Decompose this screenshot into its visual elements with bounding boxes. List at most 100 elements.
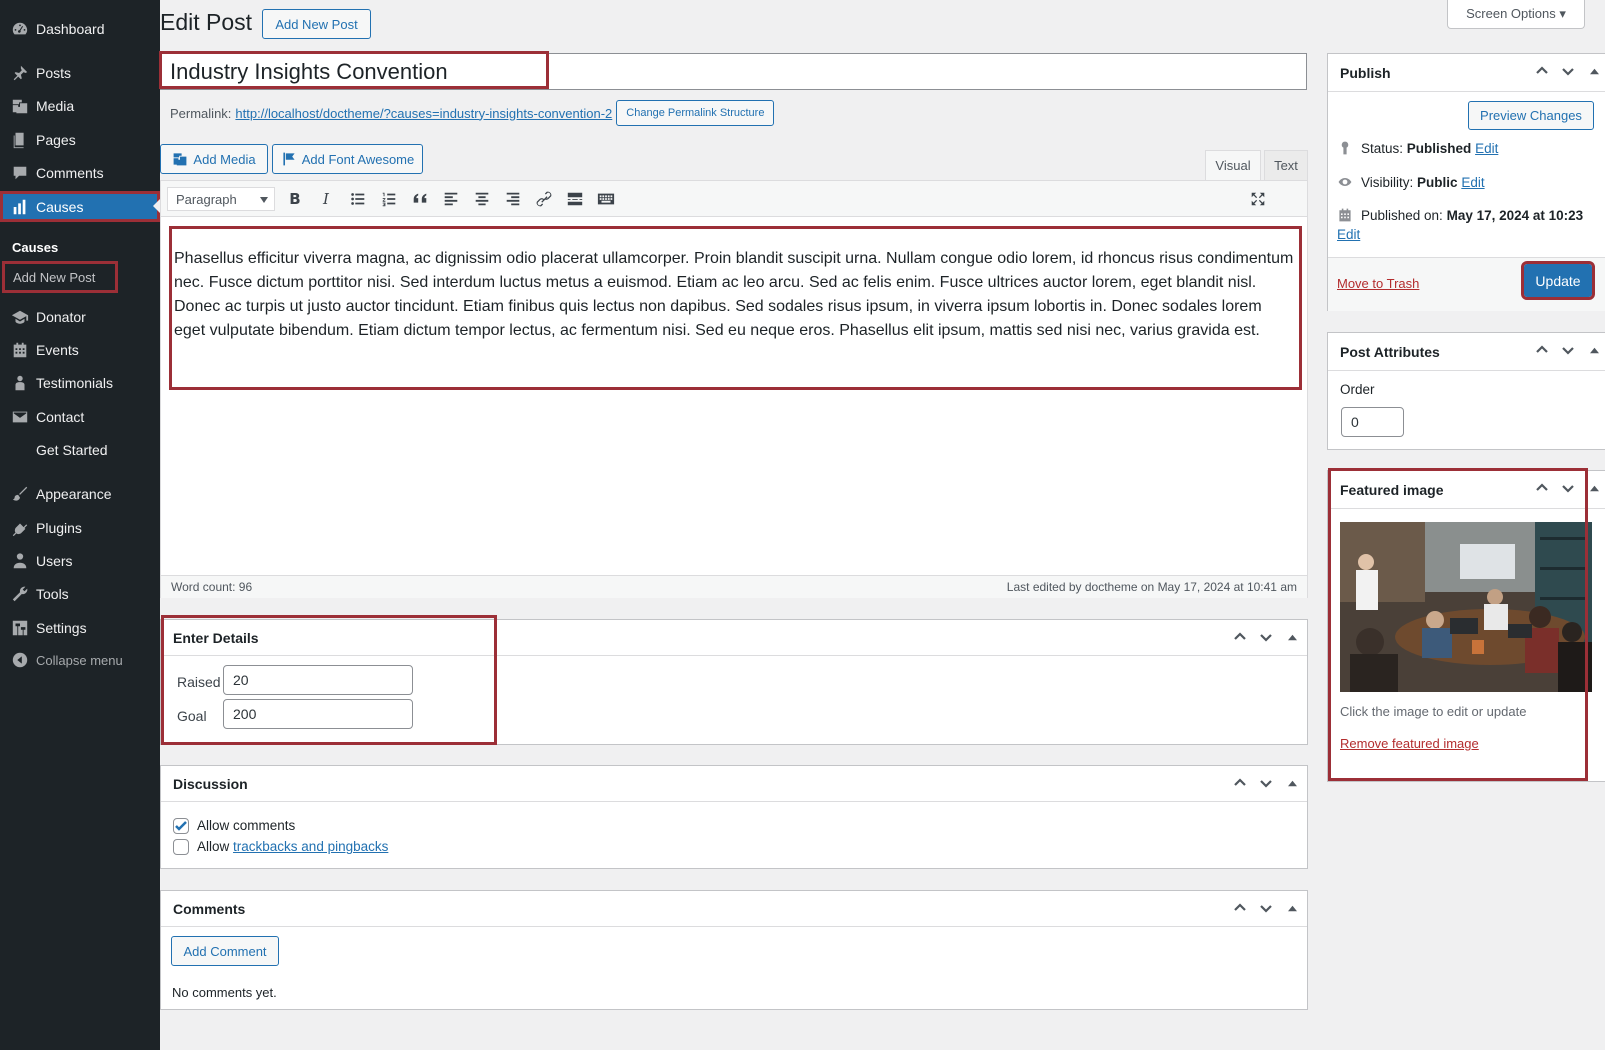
add-media-button[interactable]: Add Media [160,144,268,174]
add-font-awesome-button[interactable]: Add Font Awesome [272,144,423,174]
change-permalink-button[interactable]: Change Permalink Structure [616,100,775,126]
sidebar-item-get-started[interactable]: Get Started [0,435,160,465]
add-comment-button[interactable]: Add Comment [171,936,279,966]
keyboard-icon[interactable] [593,187,619,211]
enter-details-header[interactable]: Enter Details [161,620,1307,656]
chevron-down-icon[interactable] [1257,774,1275,792]
sidebar-item-users[interactable]: Users [0,546,160,576]
collapse-menu-label: Collapse menu [36,652,123,668]
pin-icon [1341,141,1349,155]
order-label: Order [1340,382,1375,397]
published-on-edit-link[interactable]: Edit [1337,227,1360,242]
goal-input[interactable]: 200 [223,699,413,729]
chevron-down-icon[interactable] [1257,628,1275,646]
link-icon[interactable] [531,187,557,211]
toggle-triangle-icon[interactable] [1585,62,1603,80]
sidebar-item-donator[interactable]: Donator [0,302,160,332]
published-on-value: May 17, 2024 at 10:23 [1446,207,1584,223]
pages-icon [10,130,30,150]
published-on-row: Published on: May 17, 2024 at 10:23 [1337,207,1583,223]
update-button[interactable]: Update [1521,261,1595,300]
chevron-up-icon[interactable] [1533,62,1551,80]
blank-icon-slot [10,440,30,460]
align-left-icon[interactable] [438,187,464,211]
preview-changes-button[interactable]: Preview Changes [1468,101,1594,130]
discussion-header[interactable]: Discussion [161,766,1307,802]
allow-trackbacks-checkbox[interactable] [173,839,189,855]
raised-input[interactable]: 20 [223,665,413,695]
toggle-triangle-icon[interactable] [1585,479,1603,497]
featured-image-photo[interactable] [1340,522,1592,692]
submenu-item-add-new-post[interactable]: Add New Post [2,261,118,293]
sidebar-item-comments[interactable]: Comments [0,158,160,188]
chevron-down-icon[interactable] [1257,899,1275,917]
post-attributes-box: Post Attributes Order 0 [1327,332,1605,450]
submenu-heading[interactable]: Causes [12,240,58,255]
chevron-down-icon[interactable] [1559,341,1577,359]
sidebar-item-testimonials[interactable]: Testimonials [0,368,160,398]
toggle-triangle-icon[interactable] [1283,774,1301,792]
wrench-icon [10,584,30,604]
status-edit-link[interactable]: Edit [1475,141,1498,156]
chevron-up-icon[interactable] [1533,341,1551,359]
chevron-up-icon[interactable] [1231,774,1249,792]
toggle-triangle-icon[interactable] [1283,899,1301,917]
sidebar-item-plugins[interactable]: Plugins [0,513,160,543]
allow-comments-checkbox[interactable] [173,818,189,834]
sidebar-item-dashboard[interactable]: Dashboard [0,14,160,44]
featured-image-box: Featured image Click the image to edit o… [1327,470,1605,782]
trackbacks-link[interactable]: trackbacks and pingbacks [233,839,388,854]
content-editor: Paragraph B I Phasellus efficitur viverr… [160,180,1308,598]
bullet-list-icon[interactable] [345,187,371,211]
page-title: Edit Post [160,9,253,35]
tab-visual[interactable]: Visual [1205,150,1261,180]
post-content-body[interactable]: Phasellus efficitur viverra magna, ac di… [169,226,1302,390]
remove-featured-image-link[interactable]: Remove featured image [1340,736,1479,751]
order-input[interactable]: 0 [1341,407,1404,437]
sidebar-item-posts[interactable]: Posts [0,58,160,88]
chevron-up-icon[interactable] [1231,628,1249,646]
toggle-triangle-icon[interactable] [1585,341,1603,359]
publish-box: Publish Preview Changes Status: Publishe… [1327,53,1605,311]
align-center-icon[interactable] [469,187,495,211]
numbered-list-icon[interactable] [376,187,402,211]
users-icon [10,551,30,571]
sidebar-item-contact[interactable]: Contact [0,402,160,432]
collapse-menu-button[interactable]: Collapse menu [0,645,160,675]
italic-icon[interactable]: I [313,187,339,211]
toggle-triangle-icon[interactable] [1283,628,1301,646]
chevron-up-icon[interactable] [1533,479,1551,497]
visibility-edit-link[interactable]: Edit [1461,175,1484,190]
chevron-down-icon[interactable] [1559,62,1577,80]
allow-prefix: Allow [197,839,230,854]
sidebar-item-events[interactable]: Events [0,335,160,365]
sidebar-item-causes[interactable]: Causes [0,191,160,222]
comments-icon [10,163,30,183]
post-title-input[interactable]: Industry Insights Convention [160,53,1307,90]
status-value: Published [1406,140,1472,156]
read-more-icon[interactable] [562,187,588,211]
format-select[interactable]: Paragraph [167,187,275,211]
enter-details-box: Enter Details Raised 20 Goal 200 [160,619,1308,745]
permalink-link[interactable]: http://localhost/doctheme/?causes=indust… [235,106,612,121]
allow-trackbacks-label: Allow trackbacks and pingbacks [197,839,388,854]
blockquote-icon[interactable] [407,187,433,211]
comments-header[interactable]: Comments [161,891,1307,927]
sidebar-item-media[interactable]: Media [0,91,160,121]
screen-options-button[interactable]: Screen Options ▾ [1447,0,1585,29]
sidebar-item-appearance[interactable]: Appearance [0,479,160,509]
fullscreen-icon[interactable] [1245,187,1271,211]
move-to-trash-link[interactable]: Move to Trash [1337,276,1419,291]
sidebar-item-tools[interactable]: Tools [0,579,160,609]
align-right-icon[interactable] [500,187,526,211]
chevron-up-icon[interactable] [1231,899,1249,917]
visibility-label: Visibility: [1361,174,1414,190]
visibility-row: Visibility: Public Edit [1337,174,1485,190]
bold-icon[interactable]: B [282,187,308,211]
chevron-down-icon[interactable] [1559,479,1577,497]
add-new-post-button[interactable]: Add New Post [262,9,371,39]
email-icon [10,407,30,427]
sidebar-item-pages[interactable]: Pages [0,125,160,155]
sidebar-item-settings[interactable]: Settings [0,613,160,643]
tab-text[interactable]: Text [1264,150,1308,180]
